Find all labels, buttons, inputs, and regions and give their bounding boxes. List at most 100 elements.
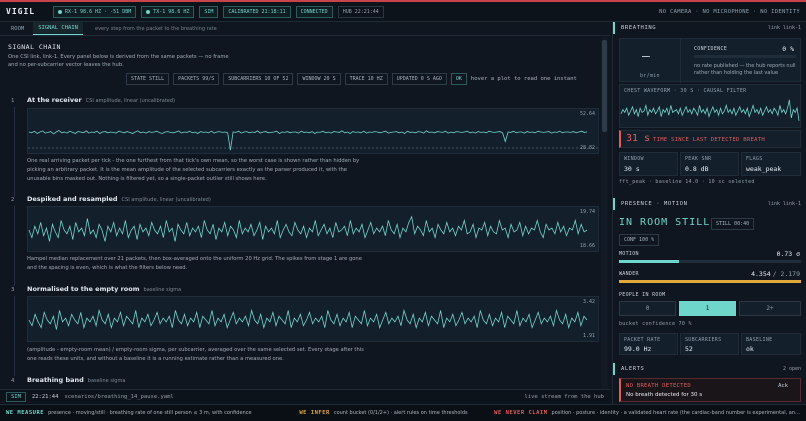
breathing-method: fft_peak · baseline 14.0 · 10 sc selecte… [619, 179, 755, 185]
claims-footer: WE MEASURE presence · moving/still · bre… [0, 404, 806, 421]
breathing-link: link link-1 [767, 25, 801, 31]
presence-state: IN ROOM STILL [619, 217, 711, 228]
people-label: PEOPLE IN ROOM [619, 292, 666, 298]
subcarriers-value: 52 [685, 345, 693, 353]
calibrated-badge: CALIBRATED 21:18:11 [223, 5, 291, 18]
infer-key: WE INFER [299, 410, 330, 416]
tx-status-dot-icon [146, 9, 151, 14]
connected-badge: CONNECTED [295, 5, 333, 18]
packets-pill: PACKETS 99/S [173, 73, 220, 85]
stage-1-description: One real arriving packet per tick - the … [27, 158, 360, 182]
people-option-2plus[interactable]: 2+ [739, 301, 801, 316]
stage-2-max-label: 19.74 [579, 209, 595, 215]
stage-4-title-text: Breathing band [27, 376, 84, 384]
stage-3-title-text: Normalised to the empty room [27, 285, 140, 293]
stage-1-number: 1 [11, 98, 15, 104]
packet-rate-value: 99.0 Hz [624, 345, 652, 353]
stage-2-chart[interactable] [28, 207, 600, 253]
window-value: 30 s [624, 165, 640, 173]
chain-status-row: STATE STILL PACKETS 99/S SUBCARRIERS 10 … [126, 73, 577, 85]
measure-text: presence · moving/still · breathing rate… [48, 410, 252, 416]
time-since-breath-card: 31 s TIME SINCE LAST DETECTED BREATH [619, 130, 801, 148]
section-description: One CSI link, link-1. Every panel below … [8, 54, 229, 68]
stage-1-unit: CSI amplitude, linear (uncalibrated) [85, 98, 176, 104]
privacy-notice: NO CAMERA · NO MICROPHONE · NO IDENTITY [659, 8, 800, 15]
live-stream-label: live stream from the hub [524, 394, 604, 400]
never-claim-text: position · posture · identity · a valida… [551, 410, 800, 416]
tx-status-chip: TX-1 98.6 HZ [141, 5, 195, 18]
still-duration: STILL 00:40 [711, 218, 755, 230]
replay-sim-badge[interactable]: SIM [6, 392, 26, 402]
window-label: WINDOW [624, 156, 644, 162]
ack-button[interactable]: Ack [778, 383, 788, 389]
stage-2-number: 2 [11, 197, 15, 203]
flags-stat: FLAGS weak_peak [741, 152, 801, 176]
hover-hint: hover a plot to read one instant [470, 76, 577, 82]
stage-2-title: Despiked and resampled CSI amplitude, lin… [27, 195, 211, 203]
stage-1-max-label: 52.64 [579, 111, 595, 117]
stage-1-plot[interactable]: 52.64 28.82 [27, 108, 600, 155]
confidence-value: 0 % [782, 45, 794, 53]
chest-waveform-chart[interactable] [620, 95, 800, 127]
stage-1-chart[interactable] [28, 109, 600, 155]
baseline-stat: BASELINE ok [741, 333, 801, 355]
bucket-confidence: bucket confidence 70 % [619, 321, 692, 327]
stage-2-trace [28, 215, 588, 242]
stage-3-max-label: 3.42 [582, 299, 595, 305]
ok-badge: OK [450, 73, 467, 85]
window-pill: WINDOW 20 S [297, 73, 341, 85]
flags-value: weak_peak [746, 165, 782, 173]
stage-3-number: 3 [11, 287, 15, 293]
presence-title: PRESENCE · MOTION [621, 201, 688, 207]
packet-rate-label: PACKET RATE [624, 337, 661, 343]
sim-badge[interactable]: SIM [199, 5, 219, 18]
peak-snr-value: 0.8 dB [685, 165, 709, 173]
packet-rate-stat: PACKET RATE 99.0 Hz [619, 333, 678, 355]
stage-3-min-label: 1.91 [582, 333, 595, 339]
confidence-label: CONFIDENCE [694, 46, 728, 52]
chain-scrollbar-thumb[interactable] [602, 40, 607, 132]
stage-3-trace [28, 308, 588, 330]
subcarriers-stat: SUBCARRIERS 52 [680, 333, 739, 355]
top-bar: VIGIL RX-1 98.6 HZ · -51 DBM TX-1 98.6 H… [0, 0, 806, 22]
stage-3-plot[interactable]: 3.42 1.91 [27, 296, 599, 342]
chest-waveform-card[interactable]: CHEST WAVEFORM · 30 S · CAUSAL FILTER [619, 84, 801, 128]
motion-value: 0.73 σ [776, 250, 800, 258]
stage-3-chart[interactable] [28, 297, 600, 343]
people-option-1[interactable]: 1 [679, 301, 736, 316]
replay-bar: SIM 22:21:44 scenarios/breathing_14_paus… [0, 389, 610, 404]
state-pill: STATE STILL [126, 73, 170, 85]
app-title: VIGIL [6, 7, 36, 16]
stage-2-plot[interactable]: 19.74 18.66 [27, 206, 599, 252]
stage-1-connector [14, 107, 15, 197]
tab-room[interactable]: ROOM [6, 23, 29, 35]
presence-header: PRESENCE · MOTION link link-1 [613, 198, 806, 210]
chest-waveform-label: CHEST WAVEFORM · 30 S · CAUSAL FILTER [624, 88, 747, 94]
alerts-header: ALERTS 2 open [613, 363, 806, 375]
chest-waveform-trace [620, 99, 800, 121]
never-claim-key: WE NEVER CLAIM [494, 410, 548, 416]
alerts-count: 2 open [782, 366, 801, 372]
signal-chain-panel[interactable]: SIGNAL CHAIN One CSI link, link-1. Every… [0, 37, 610, 389]
stage-1-title-text: At the receiver [27, 96, 82, 104]
alert-item[interactable]: NO BREATH DETECTED No breath detected fo… [619, 378, 801, 402]
stage-2-connector [14, 206, 15, 286]
subcarriers-label: SUBCARRIERS [685, 337, 722, 343]
right-sidebar: BREATHING link link-1 — br/min CONFIDENC… [612, 22, 806, 404]
baseline-label: BASELINE [746, 337, 773, 343]
stage-1-min-label: 28.82 [579, 145, 595, 151]
alert-body: No breath detected for 30 s [626, 392, 703, 398]
stage-3-unit: baseline sigma [143, 287, 182, 293]
peak-snr-label: PEAK SNR [685, 156, 712, 162]
measure-key: WE MEASURE [6, 410, 45, 416]
presence-confidence: CONF 100 % [619, 234, 660, 246]
people-option-0[interactable]: 0 [619, 301, 676, 316]
time-since-value: 31 s [626, 133, 651, 144]
baseline-value: ok [746, 345, 754, 353]
tab-signal-chain[interactable]: SIGNAL CHAIN [33, 22, 83, 35]
tx-status-text: TX-1 98.6 HZ [153, 8, 190, 15]
motion-label: MOTION [619, 251, 639, 257]
alert-title: NO BREATH DETECTED [626, 383, 692, 389]
scenario-file[interactable]: scenarios/breathing_14_pause.yaml [64, 394, 173, 400]
stage-1-trace [28, 130, 588, 151]
